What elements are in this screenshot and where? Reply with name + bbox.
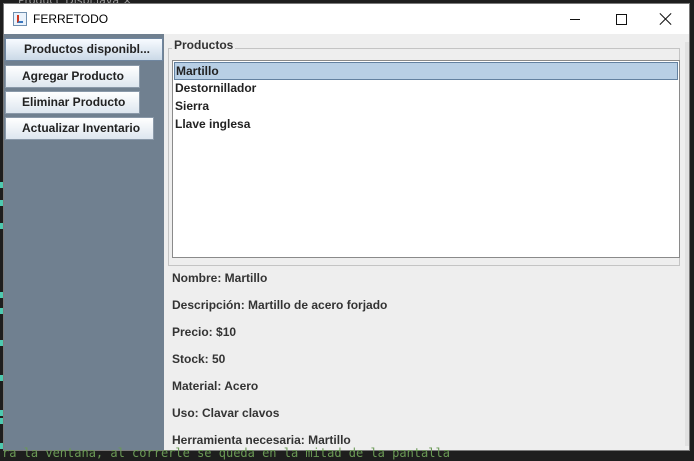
detail-precio: Precio: $10 xyxy=(172,325,237,339)
agregar-producto-button[interactable]: Agregar Producto xyxy=(5,65,140,88)
detail-uso: Uso: Clavar clavos xyxy=(172,406,280,420)
sidebar: Productos disponibl... Agregar Producto … xyxy=(4,34,164,450)
ide-code-line: ra la ventana, al correrle se queda en l… xyxy=(2,446,450,460)
title-bar[interactable]: FERRETODO xyxy=(4,4,689,34)
list-item-sierra[interactable]: Sierra xyxy=(174,98,678,116)
list-item-llave-inglesa[interactable]: Llave inglesa xyxy=(174,116,678,134)
close-icon xyxy=(659,12,673,26)
list-item-martillo[interactable]: Martillo xyxy=(174,62,678,80)
productos-disponibles-button[interactable]: Productos disponibl... xyxy=(5,38,163,61)
detail-material: Material: Acero xyxy=(172,379,259,393)
list-item-destornillador[interactable]: Destornillador xyxy=(174,80,678,98)
detail-nombre: Nombre: Martillo xyxy=(172,271,268,285)
app-window: FERRETODO Productos disponibl... Agregar… xyxy=(3,3,690,451)
window-title: FERRETODO xyxy=(33,12,109,26)
main-panel: Productos Martillo Destornillador Sierra… xyxy=(164,34,689,450)
actualizar-inventario-button[interactable]: Actualizar Inventario xyxy=(5,117,154,140)
panel-edge xyxy=(685,42,689,446)
products-list[interactable]: Martillo Destornillador Sierra Llave ing… xyxy=(172,60,680,258)
java-app-icon xyxy=(13,12,27,26)
eliminar-producto-button[interactable]: Eliminar Producto xyxy=(5,91,140,114)
maximize-icon xyxy=(616,14,627,25)
products-group-legend: Productos xyxy=(172,38,236,52)
maximize-button[interactable] xyxy=(598,4,644,34)
close-button[interactable] xyxy=(643,4,689,34)
minimize-button[interactable] xyxy=(552,4,598,34)
detail-herramienta: Herramienta necesaria: Martillo xyxy=(172,433,351,447)
detail-descripcion: Descripción: Martillo de acero forjado xyxy=(172,298,388,312)
minimize-icon xyxy=(570,19,580,20)
detail-stock: Stock: 50 xyxy=(172,352,226,366)
